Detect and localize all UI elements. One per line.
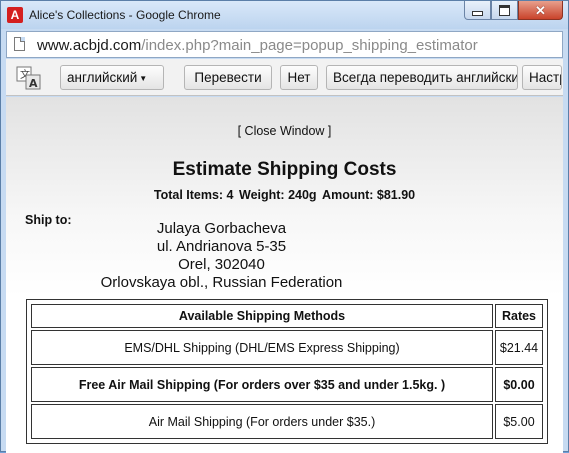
ship-to-label: Ship to:	[25, 213, 72, 227]
shipping-address: Julaya Gorbacheva ul. Andrianova 5-35 Or…	[84, 220, 359, 292]
method-cell: Free Air Mail Shipping (For orders over …	[31, 367, 493, 402]
page-title: Estimate Shipping Costs	[172, 159, 397, 180]
shipping-methods-table: Available Shipping Methods Rates EMS/DHL…	[26, 299, 548, 444]
rates-column-header: Rates	[495, 304, 543, 328]
translate-icon: 文 A	[16, 66, 41, 90]
methods-column-header: Available Shipping Methods	[31, 304, 493, 328]
address-line: Orel, 302040	[178, 256, 265, 273]
table-row: Air Mail Shipping (For orders under $35.…	[31, 404, 543, 439]
address-line: Julaya Gorbacheva	[156, 220, 287, 237]
popup-content: [ Close Window ] Estimate Shipping Costs…	[6, 97, 563, 453]
browser-window: A Alice's Collections - Google Chrome ✕ …	[0, 0, 569, 453]
translate-settings-button[interactable]: Настройки	[522, 65, 562, 90]
table-row: Free Air Mail Shipping (For orders over …	[31, 367, 543, 402]
close-icon: ✕	[535, 2, 546, 18]
close-window-link[interactable]: [ Close Window ]	[6, 124, 563, 138]
minimize-button[interactable]	[464, 1, 491, 20]
rate-cell: $5.00	[495, 404, 543, 439]
table-header-row: Available Shipping Methods Rates	[31, 304, 543, 328]
window-controls: ✕	[464, 1, 563, 21]
address-line: Orlovskaya obl., Russian Federation	[100, 274, 343, 291]
url-path: /index.php?main_page=popup_shipping_esti…	[141, 37, 478, 54]
language-select[interactable]: английский ▼	[60, 65, 164, 90]
method-cell: EMS/DHL Shipping (DHL/EMS Express Shippi…	[31, 330, 493, 365]
url-host: www.acbjd.com	[37, 37, 142, 54]
total-weight: Weight: 240g	[239, 188, 317, 202]
table-row: EMS/DHL Shipping (DHL/EMS Express Shippi…	[31, 330, 543, 365]
rate-cell: $0.00	[495, 367, 543, 402]
window-title: Alice's Collections - Google Chrome	[29, 8, 221, 22]
translate-button[interactable]: Перевести	[184, 65, 272, 90]
always-translate-button[interactable]: Всегда переводить английский	[326, 65, 518, 90]
address-bar[interactable]: www.acbjd.com/index.php?main_page=popup_…	[6, 31, 563, 58]
chrome-app-icon: A	[7, 7, 23, 23]
cart-summary: Total Items: 4 Weight: 240g Amount: $81.…	[6, 188, 563, 202]
maximize-button[interactable]	[491, 1, 518, 20]
url-text[interactable]: www.acbjd.com/index.php?main_page=popup_…	[37, 37, 478, 54]
rate-cell: $21.44	[495, 330, 543, 365]
no-translate-button[interactable]: Нет	[280, 65, 318, 90]
maximize-icon	[499, 4, 510, 16]
chevron-down-icon: ▼	[139, 74, 148, 83]
page-icon	[14, 37, 25, 51]
total-amount: Amount: $81.90	[322, 188, 416, 202]
minimize-icon	[472, 10, 483, 16]
total-items: Total Items: 4	[153, 188, 234, 202]
title-bar[interactable]: A Alice's Collections - Google Chrome ✕	[1, 1, 568, 29]
svg-text:A: A	[29, 77, 38, 90]
address-line: ul. Andrianova 5-35	[156, 238, 287, 255]
method-cell: Air Mail Shipping (For orders under $35.…	[31, 404, 493, 439]
language-select-label: английский	[67, 70, 138, 85]
translate-bar: 文 A английский ▼ Перевести Нет Всегда пер…	[6, 59, 563, 96]
close-button[interactable]: ✕	[518, 1, 563, 20]
